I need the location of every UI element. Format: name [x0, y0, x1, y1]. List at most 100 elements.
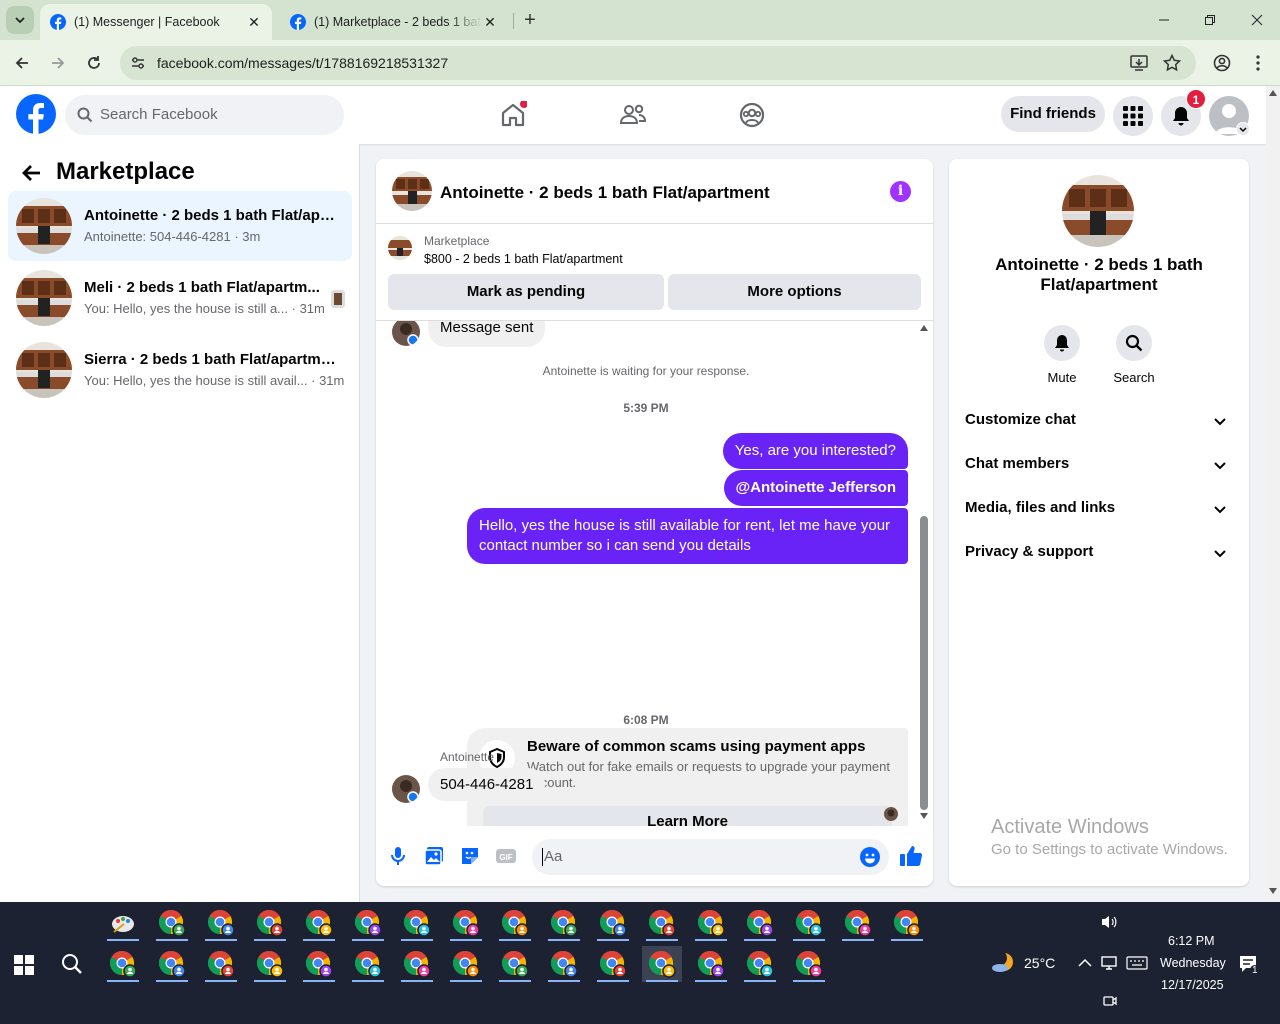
- weather-moon-icon[interactable]: [990, 950, 1016, 976]
- listing-price[interactable]: $800 - 2 beds 1 bath Flat/apartment: [424, 252, 623, 266]
- taskbar-chrome-profile-icon[interactable]: [789, 946, 829, 982]
- taskbar-chrome-profile-icon[interactable]: [887, 905, 927, 941]
- clock-time[interactable]: 6:12 PM: [1168, 934, 1215, 948]
- chevron-up-icon[interactable]: [1078, 958, 1092, 968]
- restore-icon[interactable]: [1200, 10, 1220, 30]
- new-tab-icon[interactable]: +: [520, 10, 540, 30]
- thumbs-up-icon[interactable]: [899, 844, 923, 868]
- taskbar-chrome-profile-icon[interactable]: [348, 946, 388, 982]
- conversation-item-meli[interactable]: Meli · 2 beds 1 bath Flat/apartm... You:…: [8, 263, 352, 333]
- chevron-down-icon[interactable]: [1236, 122, 1250, 136]
- kebab-menu-icon[interactable]: [1248, 53, 1268, 73]
- close-window-icon[interactable]: [1247, 10, 1267, 30]
- clock-date[interactable]: 12/17/2025: [1161, 978, 1224, 992]
- site-info-icon[interactable]: [130, 55, 146, 71]
- taskbar-chrome-profile-icon[interactable]: [740, 946, 780, 982]
- speaker-icon[interactable]: [1100, 914, 1118, 930]
- taskbar-chrome-profile-icon[interactable]: [740, 905, 780, 941]
- taskbar-chrome-profile-icon[interactable]: [593, 905, 633, 941]
- taskbar-chrome-profile-icon[interactable]: [299, 946, 339, 982]
- taskbar-chrome-profile-icon[interactable]: [789, 905, 829, 941]
- address-field[interactable]: facebook.com/messages/t/1788169218531327: [120, 46, 1196, 80]
- taskbar-chrome-profile-icon[interactable]: [397, 946, 437, 982]
- taskbar-chrome-profile-icon[interactable]: [103, 946, 143, 982]
- mute-button[interactable]: Mute: [1032, 325, 1092, 385]
- info-icon[interactable]: i: [890, 181, 911, 202]
- taskbar-chrome-profile-icon[interactable]: [495, 905, 535, 941]
- menu-grid-icon[interactable]: [1113, 96, 1153, 136]
- photo-icon[interactable]: [423, 845, 445, 867]
- taskbar-app-paint-icon[interactable]: [103, 905, 143, 941]
- message-scrollbar[interactable]: [918, 323, 930, 823]
- listing-photo[interactable]: [1062, 175, 1134, 247]
- sticker-icon[interactable]: [459, 845, 481, 867]
- conversation-item-sierra[interactable]: Sierra · 2 beds 1 bath Flat/apartment Yo…: [8, 335, 352, 405]
- taskbar-chrome-profile-icon[interactable]: [397, 905, 437, 941]
- taskbar-chrome-profile-icon[interactable]: [495, 946, 535, 982]
- more-options-button[interactable]: More options: [668, 274, 921, 310]
- taskbar-chrome-profile-icon[interactable]: [250, 946, 290, 982]
- facebook-logo[interactable]: [16, 94, 56, 134]
- media-files-links-section[interactable]: Media, files and links: [965, 499, 1233, 523]
- listing-thumbnail[interactable]: [392, 171, 432, 211]
- meet-now-icon[interactable]: [1103, 994, 1117, 1008]
- minimize-icon[interactable]: [1154, 10, 1174, 30]
- emoji-icon[interactable]: [860, 847, 880, 867]
- close-icon[interactable]: ✕: [246, 14, 262, 31]
- taskbar-chrome-profile-icon[interactable]: [446, 946, 486, 982]
- privacy-support-section[interactable]: Privacy & support: [965, 543, 1233, 567]
- taskbar-chrome-profile-icon[interactable]: [642, 905, 682, 941]
- taskbar-chrome-profile-icon[interactable]: [544, 905, 584, 941]
- taskbar-chrome-profile-icon[interactable]: [446, 905, 486, 941]
- taskbar-chrome-profile-icon[interactable]: [348, 905, 388, 941]
- chat-title[interactable]: Antoinette · 2 beds 1 bath Flat/apartmen…: [440, 183, 770, 203]
- network-icon[interactable]: [1101, 955, 1119, 971]
- back-icon[interactable]: [12, 53, 32, 73]
- conversation-item-antoinette[interactable]: Antoinette · 2 beds 1 bath Flat/apa... A…: [8, 191, 352, 261]
- tab-marketplace[interactable]: (1) Marketplace - 2 beds 1 bath ✕: [280, 4, 508, 40]
- search-facebook-input[interactable]: Search Facebook: [65, 95, 344, 135]
- taskbar-search-icon[interactable]: [60, 952, 84, 976]
- tab-search-icon[interactable]: [6, 6, 34, 34]
- taskbar-chrome-profile-icon[interactable]: [299, 905, 339, 941]
- clock-day[interactable]: Wednesday: [1160, 956, 1226, 970]
- friends-icon[interactable]: [619, 101, 647, 129]
- weather-temperature[interactable]: 25°C: [1024, 955, 1055, 971]
- page-scrollbar[interactable]: [1266, 86, 1280, 902]
- taskbar-chrome-profile-icon[interactable]: [544, 946, 584, 982]
- taskbar-chrome-profile-icon[interactable]: [201, 946, 241, 982]
- install-app-icon[interactable]: [1130, 55, 1148, 71]
- message-bubble-incoming[interactable]: Message sent: [428, 321, 546, 347]
- customize-chat-section[interactable]: Customize chat: [965, 411, 1233, 435]
- forward-icon[interactable]: [48, 53, 68, 73]
- windows-start-icon[interactable]: [14, 955, 34, 975]
- taskbar-chrome-profile-icon[interactable]: [250, 905, 290, 941]
- sender-avatar[interactable]: [392, 775, 420, 803]
- groups-icon[interactable]: [738, 101, 766, 129]
- taskbar-chrome-profile-icon[interactable]: [201, 905, 241, 941]
- message-bubble-incoming[interactable]: 504-446-4281: [428, 768, 546, 801]
- home-icon[interactable]: [499, 101, 527, 129]
- back-arrow-icon[interactable]: [20, 161, 44, 185]
- search-in-chat-button[interactable]: Search: [1104, 325, 1164, 385]
- learn-more-button[interactable]: Learn More: [483, 806, 892, 826]
- bookmark-star-icon[interactable]: [1163, 54, 1181, 72]
- taskbar-chrome-profile-icon[interactable]: [691, 905, 731, 941]
- message-bubble-outgoing[interactable]: Hello, yes the house is still available …: [467, 508, 908, 564]
- taskbar-chrome-profile-icon[interactable]: [691, 946, 731, 982]
- taskbar-chrome-profile-icon[interactable]: [838, 905, 878, 941]
- mark-as-pending-button[interactable]: Mark as pending: [388, 274, 664, 310]
- profile-icon[interactable]: [1212, 53, 1232, 73]
- taskbar-chrome-profile-icon[interactable]: [152, 905, 192, 941]
- reload-icon[interactable]: [84, 53, 104, 73]
- sender-avatar[interactable]: [392, 321, 420, 346]
- taskbar-chrome-profile-icon[interactable]: [642, 946, 682, 982]
- tab-messenger[interactable]: (1) Messenger | Facebook ✕: [40, 4, 272, 40]
- find-friends-button[interactable]: Find friends: [1001, 96, 1105, 132]
- taskbar-chrome-profile-icon[interactable]: [593, 946, 633, 982]
- taskbar-chrome-profile-icon[interactable]: [152, 946, 192, 982]
- keyboard-icon[interactable]: [1126, 956, 1148, 970]
- microphone-icon[interactable]: [387, 845, 409, 867]
- message-bubble-mention[interactable]: @Antoinette Jefferson: [723, 470, 908, 506]
- close-icon[interactable]: ✕: [482, 14, 498, 31]
